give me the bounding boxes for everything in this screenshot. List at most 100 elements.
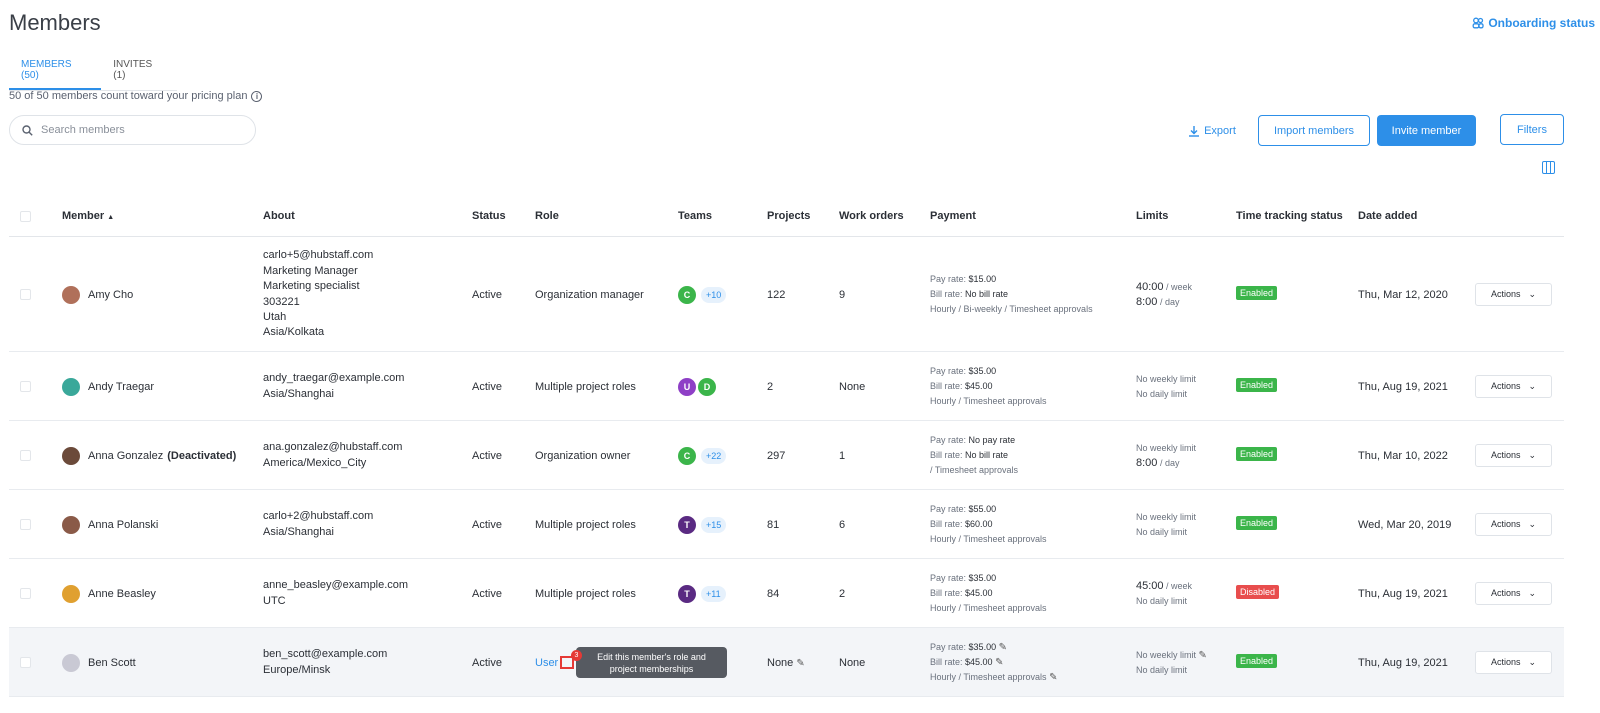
- payment-cell: Pay rate: No pay rate Bill rate: No bill…: [930, 433, 1018, 479]
- actions-dropdown[interactable]: Actions ⌄: [1475, 374, 1552, 398]
- edit-icon[interactable]: ✎: [999, 642, 1007, 653]
- projects-cell: 2: [767, 380, 774, 393]
- row-checkbox[interactable]: [20, 380, 31, 392]
- projects-cell: 122: [767, 288, 786, 301]
- weekly-limit: 40:00 / week: [1136, 280, 1193, 293]
- team-more-count: +10: [701, 286, 727, 303]
- import-members-button[interactable]: Import members: [1258, 115, 1370, 146]
- table-header: Member ▲ About Status Role Teams Project…: [9, 196, 1564, 237]
- bill-rate: Bill rate: $45.00: [930, 380, 993, 391]
- date-added-cell: Thu, Mar 12, 2020: [1358, 288, 1448, 301]
- team-chip: D: [698, 377, 716, 396]
- row-checkbox[interactable]: [20, 288, 31, 300]
- edit-icon[interactable]: ✎: [796, 658, 804, 669]
- deactivated-label: (Deactivated): [167, 449, 237, 462]
- member-cell[interactable]: Anna Polanski: [62, 515, 162, 534]
- header-teams: Teams: [678, 210, 713, 222]
- export-label: Export: [1204, 124, 1236, 137]
- teams-cell[interactable]: T +11: [678, 584, 726, 603]
- teams-cell[interactable]: C +22: [678, 446, 727, 465]
- tab-members[interactable]: MEMBERS (50): [9, 55, 102, 90]
- about-line: Asia/Shanghai: [263, 525, 334, 538]
- member-cell[interactable]: Andy Traegar: [62, 377, 158, 396]
- edit-icon[interactable]: ✎: [1049, 672, 1057, 683]
- role-link[interactable]: User: [535, 657, 558, 669]
- tabs: MEMBERS (50) INVITES (1): [9, 55, 177, 91]
- invite-member-button[interactable]: Invite member: [1377, 115, 1476, 146]
- about-line: carlo+2@hubstaff.com: [263, 510, 374, 523]
- daily-limit: No daily limit: [1136, 388, 1188, 399]
- export-button[interactable]: Export: [1186, 115, 1238, 146]
- actions-dropdown[interactable]: Actions ⌄: [1475, 650, 1552, 674]
- onboarding-status-link[interactable]: Onboarding status: [1472, 16, 1595, 30]
- info-icon[interactable]: i: [251, 90, 263, 102]
- about-line: Asia/Shanghai: [263, 387, 334, 400]
- pay-tags: Hourly / Timesheet approvals: [930, 603, 1047, 614]
- teams-cell[interactable]: UD: [678, 377, 716, 396]
- member-cell[interactable]: Amy Cho: [62, 285, 137, 304]
- status-cell: Active: [472, 518, 502, 531]
- header-member[interactable]: Member ▲: [62, 210, 114, 222]
- actions-dropdown[interactable]: Actions ⌄: [1475, 282, 1552, 306]
- actions-dropdown[interactable]: Actions ⌄: [1475, 581, 1552, 605]
- status-badge: Enabled: [1236, 285, 1278, 300]
- row-checkbox[interactable]: [20, 656, 31, 668]
- search-field[interactable]: [9, 115, 256, 145]
- team-chip: C: [678, 285, 696, 304]
- avatar: [62, 515, 80, 534]
- row-checkbox[interactable]: [20, 587, 31, 599]
- pay-tags: Hourly / Timesheet approvals: [930, 396, 1047, 407]
- header-about: About: [263, 210, 295, 222]
- team-more-count: +22: [701, 447, 727, 464]
- actions-dropdown[interactable]: Actions ⌄: [1475, 443, 1552, 467]
- member-cell[interactable]: Ben Scott: [62, 653, 140, 672]
- edit-icon[interactable]: ✎: [1199, 650, 1207, 661]
- row-checkbox[interactable]: [20, 518, 31, 530]
- date-added-cell: Wed, Mar 20, 2019: [1358, 518, 1452, 531]
- about-line: Utah: [263, 310, 287, 323]
- teams-cell[interactable]: T +15: [678, 515, 727, 534]
- weekly-limit: No weekly limit: [1136, 373, 1197, 384]
- edit-icon[interactable]: ✎: [995, 657, 1003, 668]
- row-checkbox[interactable]: [20, 449, 31, 461]
- status-cell: Active: [472, 587, 502, 600]
- about-line: UTC: [263, 594, 286, 607]
- payment-cell: Pay rate: $55.00 Bill rate: $60.00 Hourl…: [930, 502, 1047, 548]
- date-added-cell: Thu, Aug 19, 2021: [1358, 587, 1448, 600]
- about-cell: andy_traegar@example.com Asia/Shanghai: [263, 371, 404, 402]
- actions-dropdown[interactable]: Actions ⌄: [1475, 512, 1552, 536]
- team-chip: T: [678, 584, 696, 603]
- header-date-added: Date added: [1358, 210, 1418, 222]
- bill-rate: Bill rate: $60.00: [930, 518, 993, 529]
- time-tracking-cell: Enabled: [1236, 446, 1278, 461]
- daily-limit: 8:00 / day: [1136, 295, 1180, 308]
- columns-icon[interactable]: [1542, 161, 1555, 174]
- chevron-down-icon: ⌄: [1528, 449, 1537, 460]
- tab-invites[interactable]: INVITES (1): [101, 55, 177, 90]
- member-cell[interactable]: Anna Gonzalez (Deactivated): [62, 446, 237, 465]
- pay-tags: Hourly / Bi-weekly / Timesheet approvals: [930, 304, 1093, 315]
- status-badge: Enabled: [1236, 377, 1278, 392]
- select-all-checkbox[interactable]: [20, 211, 31, 222]
- table-row: Anne Beasley anne_beasley@example.com UTC…: [9, 559, 1564, 628]
- onboarding-status-label: Onboarding status: [1488, 16, 1595, 30]
- pay-rate: Pay rate: $15.00: [930, 273, 997, 284]
- search-input[interactable]: [41, 124, 231, 136]
- table-row: Amy Cho carlo+5@hubstaff.com Marketing Ma…: [9, 237, 1564, 352]
- pay-tags: Hourly / Timesheet approvals: [930, 534, 1047, 545]
- teams-cell[interactable]: C +10: [678, 285, 727, 304]
- date-added-cell: Thu, Aug 19, 2021: [1358, 656, 1448, 669]
- about-cell: carlo+5@hubstaff.com Marketing Manager Mar…: [263, 248, 373, 340]
- avatar: [62, 653, 80, 672]
- limits-cell: 40:00 / week 8:00 / day: [1136, 280, 1192, 311]
- table-row: Andy Traegar andy_traegar@example.com Asi…: [9, 352, 1564, 421]
- about-cell: ana.gonzalez@hubstaff.com America/Mexico_…: [263, 440, 402, 471]
- role-cell: Organization manager: [535, 288, 644, 301]
- filters-button[interactable]: Filters: [1500, 114, 1564, 145]
- weekly-limit: No weekly limit ✎: [1136, 649, 1207, 661]
- member-cell[interactable]: Anne Beasley: [62, 584, 160, 603]
- limits-cell: No weekly limit No daily limit: [1136, 510, 1196, 541]
- onboarding-icon: [1472, 17, 1484, 29]
- payment-cell: Pay rate: $35.00 ✎ Bill rate: $45.00 ✎ H…: [930, 640, 1057, 686]
- daily-limit: 8:00 / day: [1136, 456, 1180, 469]
